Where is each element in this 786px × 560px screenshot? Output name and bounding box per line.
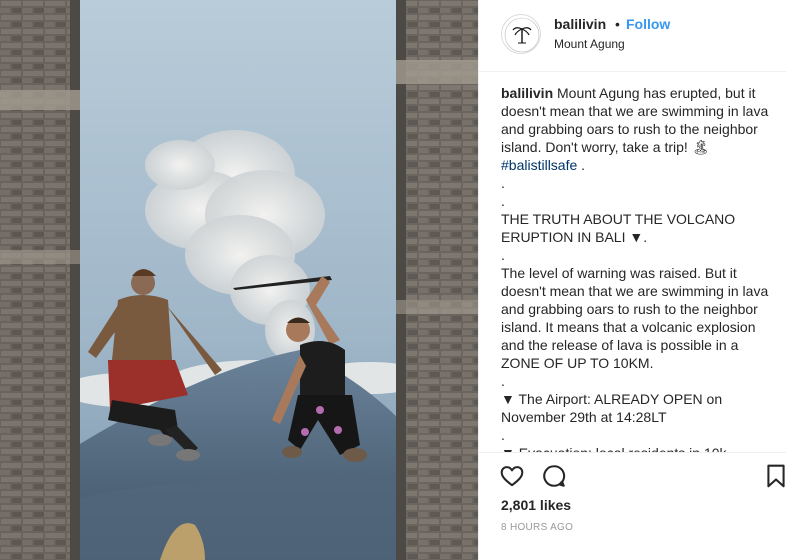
post-actions: 2,801 likes 8 HOURS AGO [479,452,786,560]
comment-bubble-icon[interactable] [541,463,567,489]
post-location[interactable]: Mount Agung [554,37,625,51]
bookmark-icon[interactable] [765,463,786,489]
hashtag-suffix: . [577,157,586,173]
post-header: balilivin • Follow Mount Agung [479,0,786,72]
likes-count[interactable]: 2,801 likes [501,497,571,513]
volcano-photo-illustration [0,0,478,560]
caption-dot: . [501,193,505,209]
post-username[interactable]: balilivin [554,16,606,32]
caption-intro: balilivin Mount Agung has erupted, but i… [501,84,773,174]
caption-heading: THE TRUTH ABOUT THE VOLCANO ERUPTION IN … [501,211,736,245]
heart-icon[interactable] [499,463,525,489]
post-photo[interactable] [0,0,478,560]
caption-username[interactable]: balilivin [501,85,553,101]
hashtag-link[interactable]: #balistillsafe [501,157,577,173]
caption: balilivin Mount Agung has erupted, but i… [501,84,773,452]
post-timestamp[interactable]: 8 HOURS AGO [501,522,573,533]
avatar[interactable] [501,14,541,54]
follow-button[interactable]: Follow [626,16,670,32]
caption-paragraph: The level of warning was raised. But it … [501,265,769,371]
caption-dot: . [501,175,505,191]
post-panel: balilivin • Follow Mount Agung balilivin… [478,0,786,560]
separator-dot: • [615,16,620,32]
caption-dot: . [501,427,505,443]
caption-cutoff-line: ▼ Evacuation: local residents in 10k [501,444,773,452]
caption-airport: ▼ The Airport: ALREADY OPEN on November … [501,391,723,425]
palm-tree-icon [504,17,540,53]
caption-dot: . [501,373,505,389]
caption-dot: . [501,247,505,263]
